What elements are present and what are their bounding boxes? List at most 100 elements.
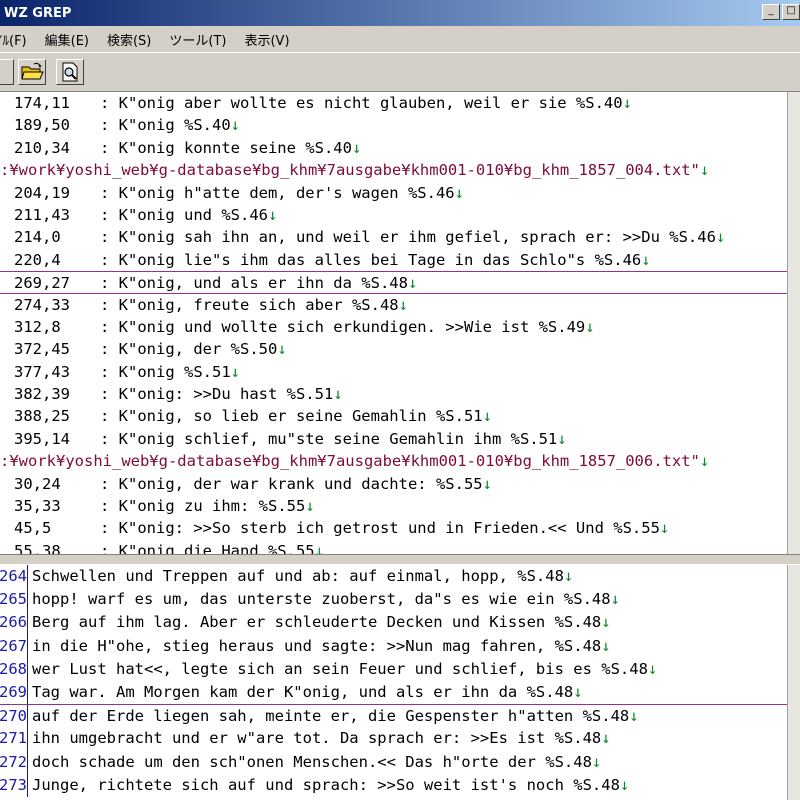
result-text: K"onig sah ihn an, und weil er ihm gefie… [118,228,716,247]
preview-line[interactable]: 267 in die H"ohe, stieg heraus und sagte:… [0,634,787,658]
result-position: 211,43 [14,205,70,224]
menu-item[interactable]: 表示(V) [235,30,298,49]
result-row[interactable]: 372,45: K"onig, der %S.50↓ [0,338,787,360]
result-row[interactable]: 388,25: K"onig, so lieb er seine Gemahli… [0,405,787,427]
preview-line[interactable]: 271 ihn umgebracht und er w"are tot. Da s… [0,727,787,751]
eol-icon: ↓ [351,138,362,157]
eol-icon: ↓ [557,429,567,448]
eol-icon: ↓ [601,729,611,748]
preview-text: Junge, richtete sich auf und sprach: >>S… [32,775,620,794]
result-row[interactable]: 55,38: K"onig die Hand %S.55↓ [0,540,787,554]
separator: : [100,274,119,293]
result-row[interactable]: 45,5: K"onig: >>So sterb ich getrost und… [0,517,787,539]
result-row[interactable]: 312,8: K"onig und wollte sich erkundigen… [0,316,787,338]
result-position: 377,43 [14,362,70,381]
result-text: K"onig zu ihm: %S.55 [118,497,306,516]
window-title: WZ GREP [4,5,72,21]
separator: : [100,295,119,314]
preview-line[interactable]: 270 auf der Erde liegen sah, meinte er, d… [0,704,787,728]
result-text: K"onig %S.51 [118,362,231,381]
preview-pane[interactable]: 264 Schwellen und Treppen auf und ab: auf… [0,565,787,800]
result-row[interactable]: 214,0: K"onig sah ihn an, und weil er ih… [0,226,787,248]
results-scrollbar[interactable] [787,92,800,554]
open-button[interactable] [18,59,46,85]
result-text: K"onig die Hand %S.55 [118,541,315,554]
eol-icon: ↓ [699,452,710,471]
result-row[interactable]: 174,11: K"onig aber wollte es nicht glau… [0,92,787,114]
line-number: 264 [0,565,28,589]
result-text: K"onig, so lieb er seine Gemahlin %S.51 [118,407,483,426]
eol-icon: ↓ [591,752,602,771]
separator: : [100,497,119,516]
eol-icon: ↓ [267,205,278,224]
separator: : [100,429,119,448]
preview-line[interactable]: 264 Schwellen und Treppen auf und ab: auf… [0,565,787,589]
eol-icon: ↓ [647,659,658,678]
result-position: 189,50 [14,116,70,135]
minimize-button[interactable]: _ [762,4,780,20]
eol-icon: ↓ [699,161,710,180]
result-position: 35,33 [14,497,61,516]
pane-splitter[interactable] [0,554,800,565]
preview-text: hopp! warf es um, das unterste zuoberst,… [32,590,611,609]
restore-button[interactable]: □ [782,4,800,20]
result-row[interactable]: 377,43: K"onig %S.51↓ [0,361,787,383]
result-position: 214,0 [14,228,61,247]
preview-line[interactable]: 268 wer Lust hat<<, legte sich an sein Fe… [0,657,787,681]
result-position: 30,24 [14,474,61,493]
line-number: 268 [0,657,28,681]
result-row[interactable]: 189,50: K"onig %S.40↓ [0,114,787,136]
result-position: 395,14 [14,429,70,448]
menu-item[interactable]: ｲﾙ(F) [0,30,36,49]
preview-text: auf der Erde liegen sah, meinte er, die … [32,707,630,726]
file-header-row[interactable]: :¥work¥yoshi_web¥g-database¥bg_khm¥7ausg… [0,159,787,181]
toolbar-button-partial[interactable] [0,59,14,85]
preview-line[interactable]: 269 Tag war. Am Morgen kam der K"onig, un… [0,680,787,705]
result-row[interactable]: 382,39: K"onig: >>Du hast %S.51↓ [0,383,787,405]
separator: : [100,474,119,493]
result-row[interactable]: 30,24: K"onig, der war krank und dachte:… [0,473,787,495]
eol-icon: ↓ [601,613,611,632]
result-text: K"onig, und als er ihn da %S.48 [118,274,408,293]
separator: : [100,519,119,538]
menu-item[interactable]: ツール(T) [160,30,235,49]
eol-icon: ↓ [610,590,620,609]
results-pane[interactable]: 174,11: K"onig aber wollte es nicht glau… [0,92,787,554]
file-header-row[interactable]: :¥work¥yoshi_web¥g-database¥bg_khm¥7ausg… [0,450,787,472]
result-position: 220,4 [14,250,61,269]
result-text: K"onig konnte seine %S.40 [118,138,352,157]
result-row[interactable]: 220,4: K"onig lie"s ihm das alles bei Ta… [0,249,787,271]
line-number: 273 [0,773,28,797]
result-row[interactable]: 269,27: K"onig, und als er ihn da %S.48↓ [0,271,787,294]
menu-item[interactable]: 編集(E) [36,30,98,49]
result-text: K"onig schlief, mu"ste seine Gemahlin ih… [118,429,558,448]
preview-line[interactable]: 272 doch schade um den sch"onen Menschen.… [0,750,787,774]
preview-line[interactable]: 266 Berg auf ihm lag. Aber er schleuderte… [0,611,787,635]
menu-item[interactable]: 検索(S) [98,30,160,49]
result-text: K"onig %S.40 [118,116,231,135]
separator: : [100,541,119,554]
separator: : [100,138,119,157]
preview-line[interactable]: 265 hopp! warf es um, das unterste zuober… [0,588,787,612]
result-row[interactable]: 210,34: K"onig konnte seine %S.40↓ [0,137,787,159]
eol-icon: ↓ [622,94,632,112]
preview-scrollbar[interactable] [787,565,800,800]
result-row[interactable]: 211,43: K"onig und %S.46↓ [0,204,787,226]
result-row[interactable]: 395,14: K"onig schlief, mu"ste seine Gem… [0,428,787,450]
eol-icon: ↓ [715,228,726,247]
result-text: K"onig: >>So sterb ich getrost und in Fr… [118,519,660,538]
result-text: K"onig, der %S.50 [118,340,278,359]
result-text: K"onig: >>Du hast %S.51 [118,385,334,404]
result-row[interactable]: 35,33: K"onig zu ihm: %S.55↓ [0,495,787,517]
preview-line[interactable]: 273 Junge, richtete sich auf und sprach: … [0,773,787,797]
eol-icon: ↓ [641,250,651,269]
result-row[interactable]: 274,33: K"onig, freute sich aber %S.48↓ [0,294,787,316]
preview-text: Schwellen und Treppen auf und ab: auf ei… [32,567,564,585]
window-buttons: _ □ [762,4,800,20]
result-position: 312,8 [14,317,61,336]
result-row[interactable]: 204,19: K"onig h"atte dem, der's wagen %… [0,182,787,204]
separator: : [100,340,119,359]
eol-icon: ↓ [601,636,611,655]
result-position: 269,27 [14,274,70,293]
print-preview-button[interactable] [56,59,84,85]
